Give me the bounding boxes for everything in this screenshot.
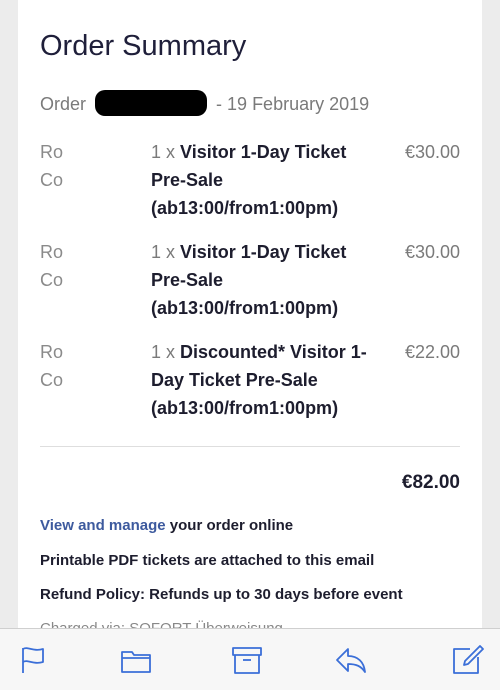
item-quantity: 1 x	[151, 242, 181, 262]
item-price: €30.00	[404, 142, 460, 162]
folder-icon[interactable]	[119, 643, 153, 677]
item-name: Visitor 1-Day Ticket Pre-Sale (ab13:00/f…	[151, 142, 347, 218]
flag-icon[interactable]	[16, 643, 50, 677]
manage-order-line: View and manage your order online	[40, 517, 293, 534]
item-quantity: 1 x	[151, 342, 181, 362]
attendee-name: Ro Co	[40, 342, 64, 390]
compose-icon[interactable]	[450, 643, 484, 677]
redacted-order-number	[95, 90, 208, 116]
pdf-tickets-note: Printable PDF tickets are attached to th…	[40, 552, 375, 569]
divider	[40, 446, 460, 447]
order-line: Order - 19 February 2019	[40, 90, 369, 116]
item-price: €30.00	[404, 242, 460, 262]
refund-policy: Refund Policy: Refunds up to 30 days bef…	[40, 586, 403, 603]
payment-method: Charged via: SOFORT Überweisung	[40, 620, 283, 628]
attendee-name: Ro Co	[40, 242, 64, 290]
page-title: Order Summary	[40, 30, 247, 62]
item-name: Visitor 1-Day Ticket Pre-Sale (ab13:00/f…	[151, 242, 347, 318]
item-name: Discounted* Visitor 1-Day Ticket Pre-Sal…	[151, 342, 367, 418]
order-date: - 19 February 2019	[216, 94, 370, 114]
manage-order-text: your order online	[165, 517, 294, 534]
item-description: 1 x Visitor 1-Day Ticket Pre-Sale (ab13:…	[151, 138, 381, 222]
order-item: Ro Co 1 x Visitor 1-Day Ticket Pre-Sale (…	[40, 238, 460, 322]
archive-icon[interactable]	[230, 643, 264, 677]
view-manage-link[interactable]: View and manage	[40, 517, 166, 534]
attendee-name: Ro Co	[40, 142, 64, 190]
order-total: €82.00	[401, 472, 460, 493]
order-label: Order	[40, 94, 87, 114]
item-description: 1 x Visitor 1-Day Ticket Pre-Sale (ab13:…	[151, 238, 381, 322]
item-price: €22.00	[404, 342, 460, 362]
email-body: Order Summary Order - 19 February 2019 R…	[18, 0, 482, 628]
item-quantity: 1 x	[151, 142, 181, 162]
order-item: Ro Co 1 x Visitor 1-Day Ticket Pre-Sale (…	[40, 138, 460, 222]
mail-toolbar	[0, 628, 500, 690]
order-item: Ro Co 1 x Discounted* Visitor 1-Day Ticke…	[40, 338, 460, 422]
reply-icon[interactable]	[334, 643, 368, 677]
item-description: 1 x Discounted* Visitor 1-Day Ticket Pre…	[151, 338, 381, 422]
